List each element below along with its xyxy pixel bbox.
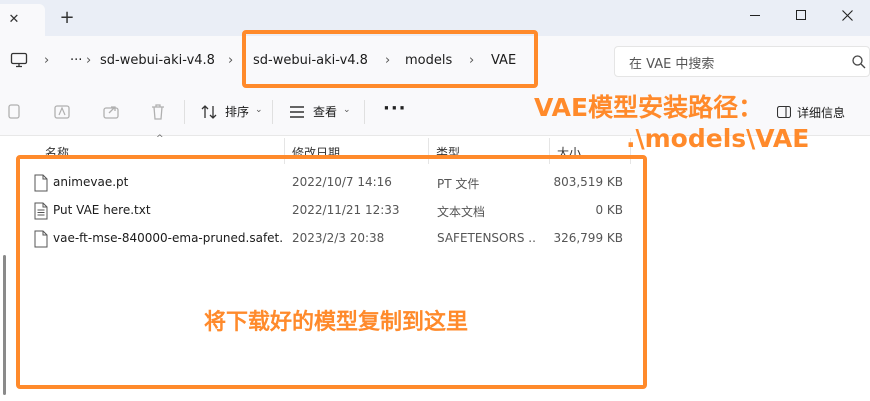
- chevron-down-icon[interactable]: ⌄: [255, 105, 263, 115]
- toolbar-divider: [184, 100, 185, 124]
- minimize-button[interactable]: [732, 0, 778, 30]
- delete-icon[interactable]: [148, 102, 168, 122]
- breadcrumb-separator[interactable]: ›: [44, 51, 49, 71]
- details-pane-icon[interactable]: [777, 106, 791, 118]
- sort-icon[interactable]: [200, 103, 218, 121]
- chevron-down-icon[interactable]: ⌄: [343, 105, 351, 115]
- drop-here-note: 将下载好的模型复制到这里: [204, 310, 469, 335]
- path-note-line2: .\models\VAE: [626, 124, 810, 153]
- scrollbar-thumb[interactable]: [3, 255, 6, 395]
- breadcrumb-separator[interactable]: ›: [228, 51, 233, 71]
- toolbar-divider: [272, 100, 273, 124]
- breadcrumb-overflow[interactable]: ···: [70, 51, 82, 71]
- search-icon[interactable]: [851, 54, 867, 70]
- tab[interactable]: ✕: [0, 4, 45, 36]
- share-icon[interactable]: [101, 102, 121, 122]
- view-button[interactable]: 查看: [313, 103, 337, 120]
- path-highlight-box: [242, 30, 538, 88]
- new-tab-button[interactable]: +: [58, 9, 76, 27]
- minimize-icon: [750, 14, 760, 16]
- close-window-button[interactable]: [824, 0, 870, 30]
- path-note-line1: VAE模型安装路径：: [534, 93, 764, 122]
- close-tab-icon[interactable]: ✕: [7, 13, 21, 27]
- breadcrumb-separator[interactable]: ›: [86, 51, 91, 71]
- close-icon: [841, 9, 853, 21]
- view-icon[interactable]: [288, 104, 306, 120]
- details-pane-button[interactable]: 详细信息: [797, 104, 845, 121]
- breadcrumb-item-sd-webui-parent[interactable]: sd-webui-aki-v4.8: [100, 51, 215, 71]
- rename-icon[interactable]: [52, 102, 72, 122]
- sort-button[interactable]: 排序: [225, 103, 249, 120]
- search-input[interactable]: 在 VAE 中搜索: [629, 53, 714, 72]
- this-pc-icon[interactable]: [10, 51, 28, 69]
- files-highlight-box: [16, 155, 647, 389]
- toolbar-divider: [364, 100, 365, 124]
- search-box[interactable]: 在 VAE 中搜索: [614, 46, 870, 77]
- maximize-icon: [796, 10, 806, 20]
- copy-icon[interactable]: [4, 102, 24, 122]
- sort-caret-icon: ^: [156, 134, 164, 144]
- maximize-button[interactable]: [778, 0, 824, 30]
- more-options-button[interactable]: ···: [383, 98, 407, 119]
